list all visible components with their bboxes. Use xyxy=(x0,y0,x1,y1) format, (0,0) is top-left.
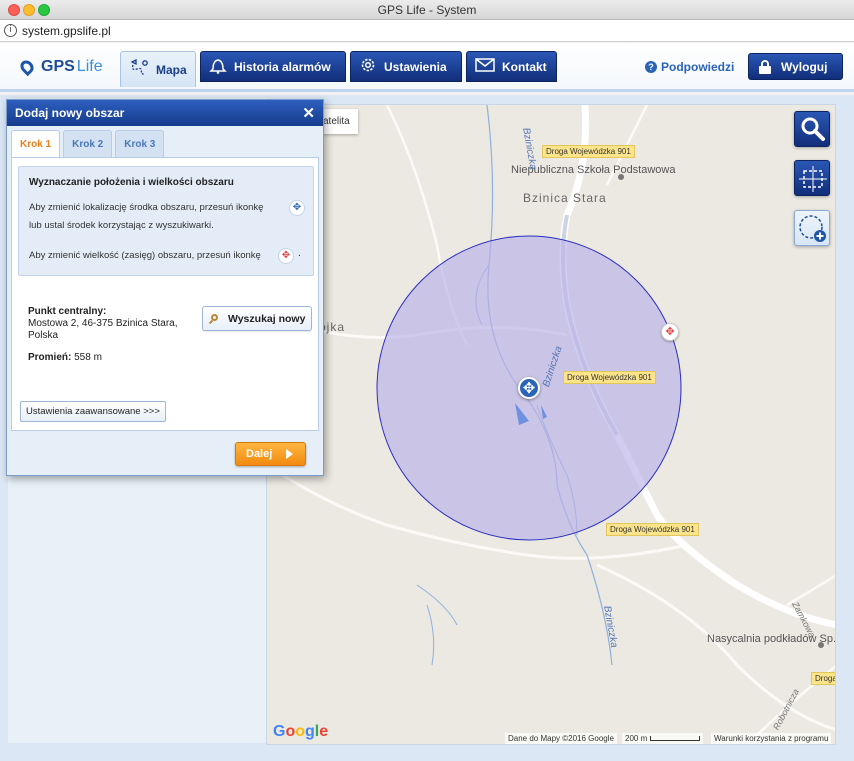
map-attribution: Dane do Mapy ©2016 Google xyxy=(505,733,617,744)
search-icon xyxy=(801,117,825,141)
step-panel: Wyznaczanie położenia i wielkości obszar… xyxy=(11,157,319,431)
tab-mapa[interactable]: Mapa xyxy=(120,51,196,87)
logo-life-text: Life xyxy=(76,58,103,75)
road-badge: Droga Wojewódzka 901 xyxy=(606,523,699,536)
gear-icon xyxy=(359,56,377,77)
center-point-label: Punkt centralny: xyxy=(28,306,107,317)
url-text[interactable]: system.gpslife.pl xyxy=(22,24,111,38)
next-label: Dalej xyxy=(246,448,273,460)
instruction-search-line: lub ustal środek korzystając z wyszukiwa… xyxy=(29,220,214,231)
tab-krok-1[interactable]: Krok 1 xyxy=(11,130,61,158)
gpslife-logo[interactable]: GPS Life xyxy=(17,56,103,78)
resize-icon: ✥ xyxy=(278,248,294,264)
map-terms-link[interactable]: Warunki korzystania z programu xyxy=(711,733,832,744)
move-icon: ✥ xyxy=(289,200,305,216)
info-icon[interactable]: i xyxy=(4,24,17,37)
map-route-icon xyxy=(129,58,149,80)
radius-label: Promień: xyxy=(28,352,72,363)
window-title: GPS Life - System xyxy=(377,3,477,17)
instructions-heading: Wyznaczanie położenia i wielkości obszar… xyxy=(29,177,234,188)
address-bar[interactable]: i system.gpslife.pl xyxy=(0,20,854,42)
map-label-village: Bzinica Stara xyxy=(523,191,607,205)
tab-ustawienia-label: Ustawienia xyxy=(384,59,447,74)
help-link[interactable]: ? Podpowiedzi xyxy=(645,60,734,74)
move-center-handle-icon[interactable]: ✥ xyxy=(518,377,540,399)
road-badge: Droga Wojewódzka 901 xyxy=(542,145,635,158)
logo-pin-icon xyxy=(17,57,38,77)
tab-kontakt-label: Kontakt xyxy=(502,59,547,74)
instruction-resize-line: Aby zmienić wielkość (zasięg) obszaru, p… xyxy=(29,250,261,261)
app-header: GPS Life Mapa Historia alarmów Ustawieni… xyxy=(0,43,854,92)
tab-krok-2[interactable]: Krok 2 xyxy=(63,130,113,158)
tab-kontakt[interactable]: Kontakt xyxy=(466,51,557,82)
bell-icon xyxy=(209,56,227,77)
play-arrow-icon xyxy=(286,449,293,459)
advanced-settings-button[interactable]: Ustawienia zaawansowane >>> xyxy=(20,401,166,422)
resize-radius-handle-icon[interactable]: ✥ xyxy=(661,323,679,341)
dialog-header: Dodaj nowy obszar ✕ xyxy=(7,100,323,126)
radius-value: 558 m xyxy=(74,352,102,363)
help-label: Podpowiedzi xyxy=(661,60,735,74)
selection-icon xyxy=(799,166,827,192)
envelope-icon xyxy=(475,58,495,75)
tab-ustawienia[interactable]: Ustawienia xyxy=(350,51,462,82)
tab-krok-3[interactable]: Krok 3 xyxy=(115,130,165,158)
tab-mapa-label: Mapa xyxy=(156,62,187,77)
google-logo: Google xyxy=(273,723,329,740)
road-badge: Droga Wojewódzka 901 xyxy=(563,371,656,384)
instructions-box: Wyznaczanie położenia i wielkości obszar… xyxy=(18,166,314,276)
lock-icon xyxy=(759,59,771,74)
tab-historia-alarmow[interactable]: Historia alarmów xyxy=(200,51,346,82)
instruction-period: . xyxy=(298,248,301,259)
map-add-area-button[interactable] xyxy=(794,210,830,246)
instruction-move-line: Aby zmienić lokalizację środka obszaru, … xyxy=(29,202,264,213)
road-badge: Droga Wojewódzka 901 xyxy=(811,672,835,685)
logout-label: Wyloguj xyxy=(781,59,828,74)
add-area-dialog: Dodaj nowy obszar ✕ Krok 1 Krok 2 Krok 3… xyxy=(6,99,324,476)
map-scale: 200 m xyxy=(622,733,704,744)
next-button[interactable]: Dalej xyxy=(235,442,306,466)
radius-row: Promień: 558 m xyxy=(28,352,102,363)
magnifier-icon xyxy=(208,313,219,324)
logout-button[interactable]: Wyloguj xyxy=(748,53,843,80)
close-icon[interactable]: ✕ xyxy=(302,104,315,122)
map-view[interactable]: atelita Droga Wojewódzka 901 Droga Wojew… xyxy=(266,104,836,745)
tab-historia-label: Historia alarmów xyxy=(234,59,331,74)
search-new-label: Wyszukaj nowy xyxy=(228,312,306,325)
map-select-area-button[interactable] xyxy=(794,160,830,196)
dialog-body: Krok 1 Krok 2 Krok 3 Wyznaczanie położen… xyxy=(7,126,323,475)
map-search-button[interactable] xyxy=(794,111,830,147)
step-tabs: Krok 1 Krok 2 Krok 3 xyxy=(11,130,167,158)
add-circle-area-icon xyxy=(799,215,826,242)
dialog-title: Dodaj nowy obszar xyxy=(15,106,125,120)
map-label-nursery: Nasycalnia podkładów Sp. z oo xyxy=(707,633,836,645)
window-titlebar: GPS Life - System xyxy=(0,0,854,20)
search-new-button[interactable]: Wyszukaj nowy xyxy=(202,306,312,331)
center-point-address: Mostowa 2, 46-375 Bzinica Stara, Polska xyxy=(28,318,178,341)
logo-gps-text: GPS xyxy=(41,58,75,75)
question-icon: ? xyxy=(645,61,657,73)
